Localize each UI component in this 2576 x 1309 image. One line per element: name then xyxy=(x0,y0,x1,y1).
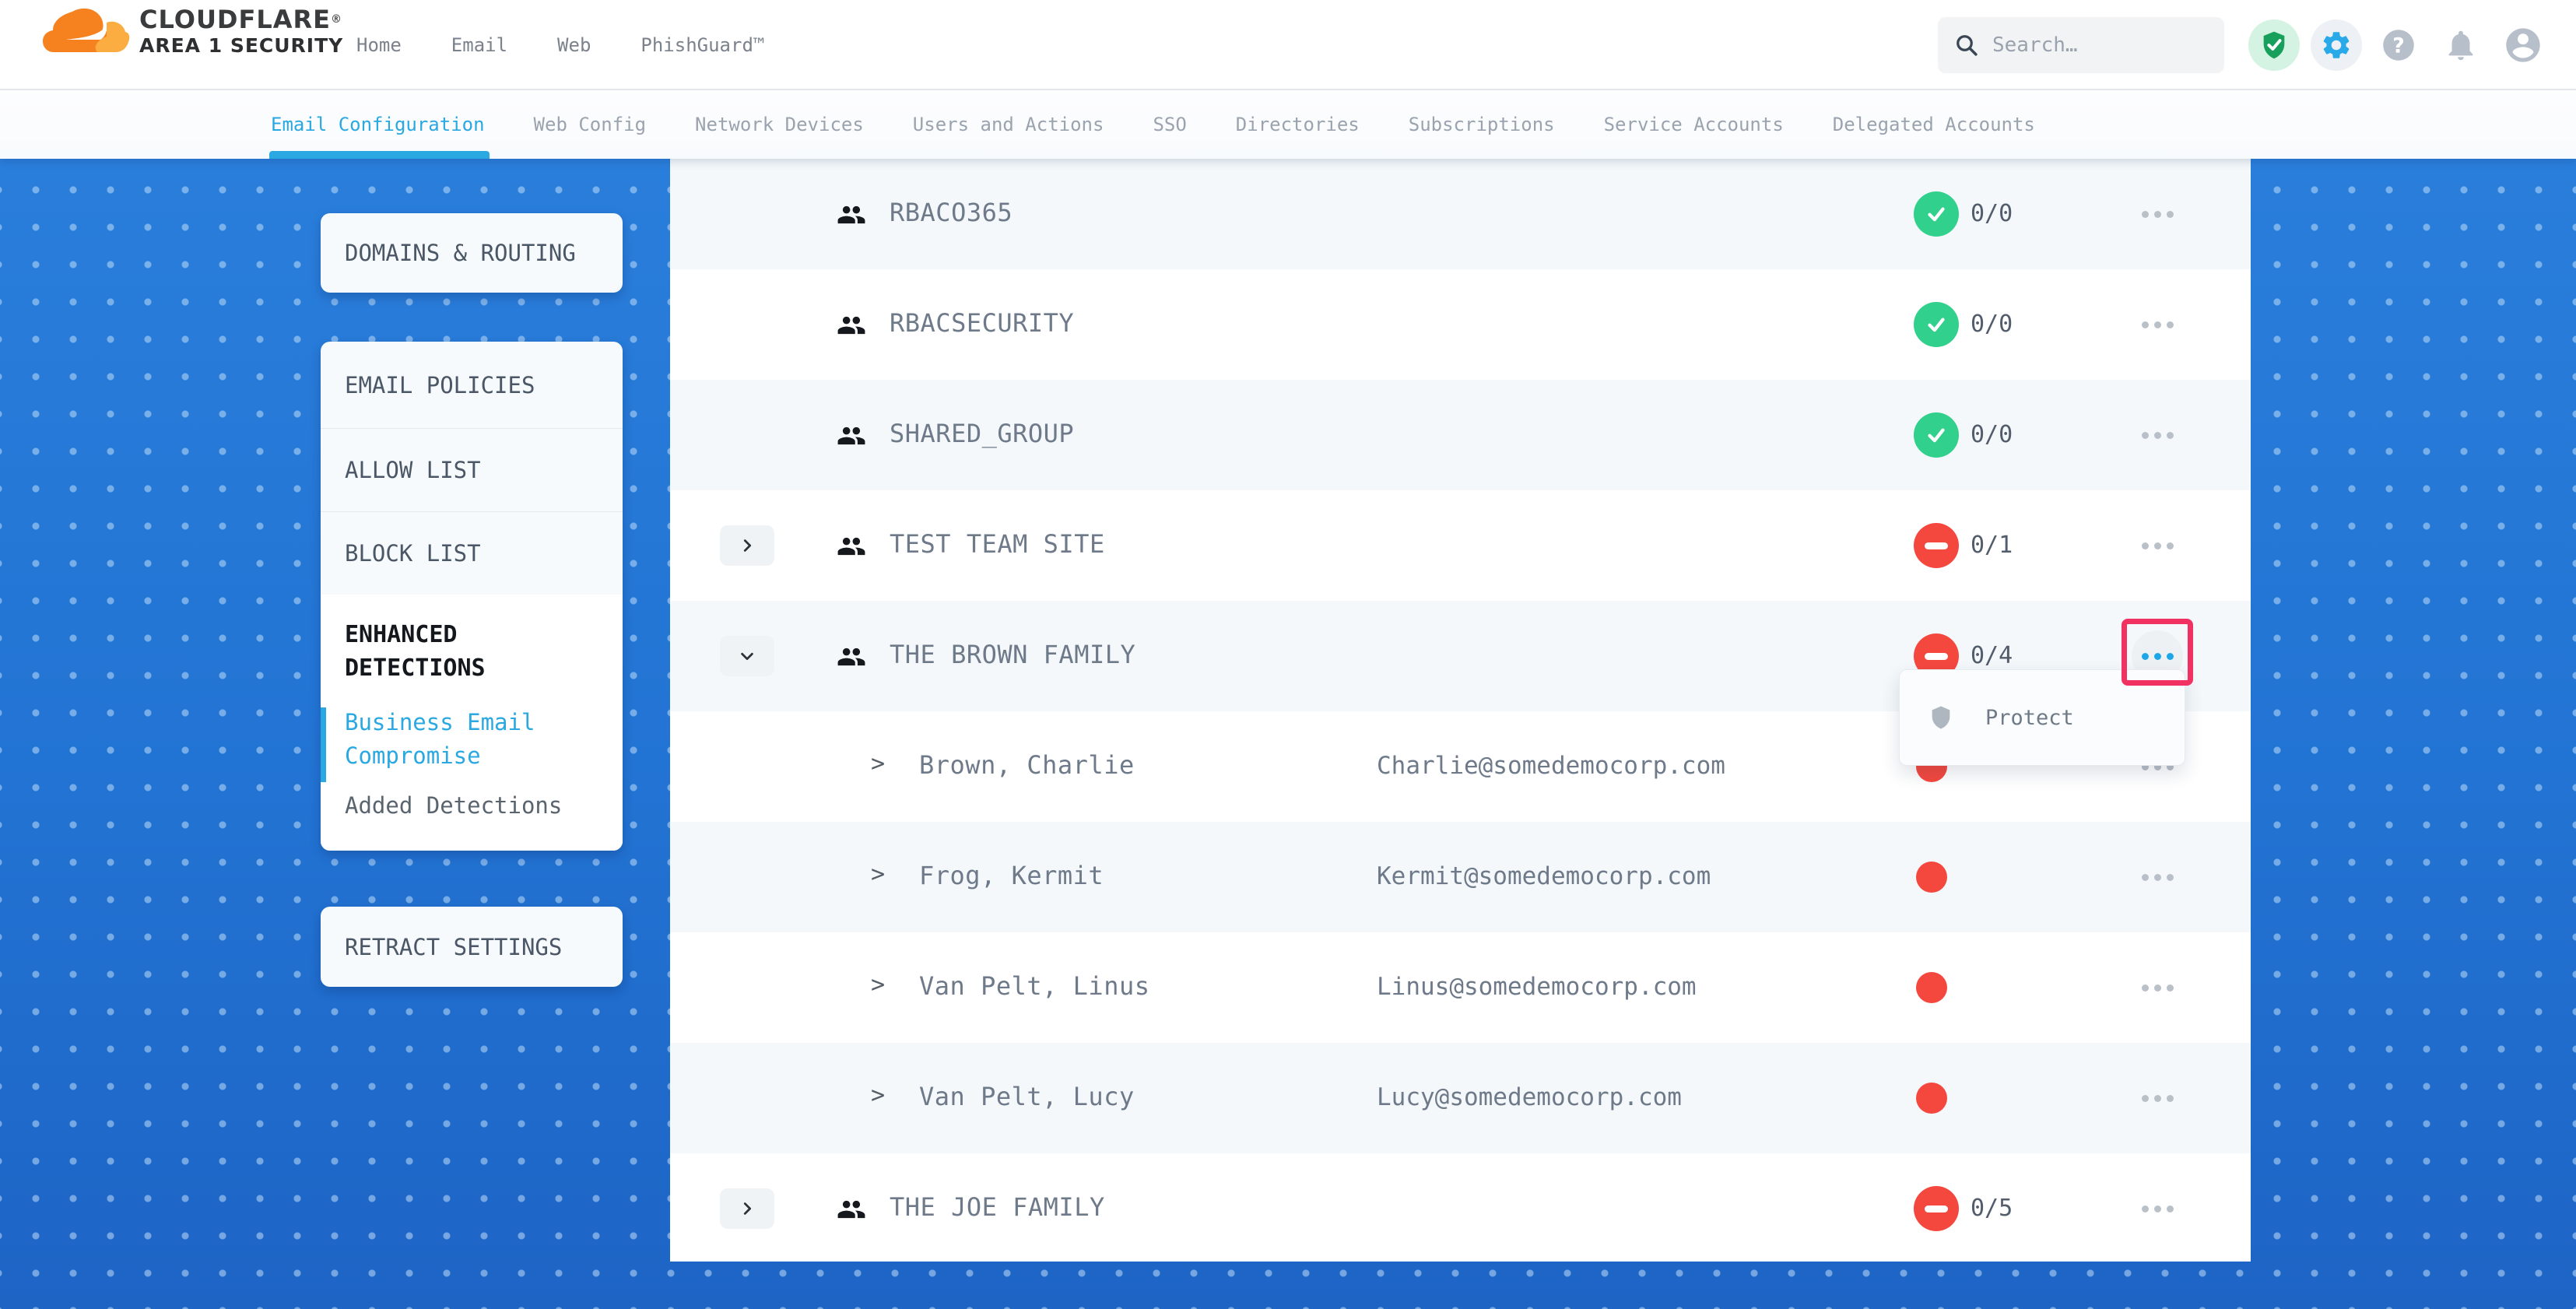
cloudflare-logo: CLOUDFLARE® AREA 1 SECURITY xyxy=(43,5,343,58)
member-count: 0/0 xyxy=(1971,311,2013,338)
row-email: Linus@somedemocorp.com xyxy=(1377,973,1697,1001)
status-badge xyxy=(1914,412,1959,458)
group-icon xyxy=(837,421,866,451)
group-icon xyxy=(837,642,866,672)
app-header: CLOUDFLARE® AREA 1 SECURITY Home Email Web… xyxy=(0,0,2576,90)
group-icon xyxy=(837,311,866,340)
search-icon xyxy=(1955,33,1978,57)
member-count: 0/1 xyxy=(1971,532,2013,559)
tab-web-config[interactable]: Web Config xyxy=(534,90,647,159)
help-icon[interactable]: ? xyxy=(2373,19,2424,71)
row-name: Frog, Kermit xyxy=(919,861,1104,890)
row-name: RBACO365 xyxy=(890,198,1013,227)
member-count: 0/0 xyxy=(1971,200,2013,227)
member-count: 0/5 xyxy=(1971,1195,2013,1222)
status-dot xyxy=(1916,862,1947,893)
row-name: TEST TEAM SITE xyxy=(890,529,1105,559)
nav-item-home[interactable]: Home xyxy=(356,34,402,56)
tab-users-and-actions[interactable]: Users and Actions xyxy=(913,90,1104,159)
tab-network-devices[interactable]: Network Devices xyxy=(695,90,864,159)
registered-mark: ® xyxy=(331,13,342,26)
member-chevron-icon[interactable]: > xyxy=(871,1082,885,1109)
account-icon[interactable] xyxy=(2497,19,2549,71)
svg-text:?: ? xyxy=(2392,34,2405,58)
row-actions-menu[interactable] xyxy=(2132,299,2183,350)
table-row: > RBACSECURITY 0/0 xyxy=(670,269,2251,380)
notifications-bell-icon[interactable] xyxy=(2435,19,2487,71)
expand-button[interactable] xyxy=(720,1188,774,1229)
row-name: SHARED_GROUP xyxy=(890,419,1074,448)
settings-gear-icon[interactable] xyxy=(2311,19,2362,71)
cloudflare-cloud-icon xyxy=(43,5,130,57)
row-email: Lucy@somedemocorp.com xyxy=(1377,1083,1682,1111)
status-dot xyxy=(1916,1083,1947,1114)
sidebar-item-allow-list[interactable]: ALLOW LIST xyxy=(321,429,623,512)
nav-item-email[interactable]: Email xyxy=(451,34,507,56)
member-chevron-icon[interactable]: > xyxy=(871,861,885,888)
row-email: Charlie@somedemocorp.com xyxy=(1377,752,1725,780)
row-actions-menu[interactable] xyxy=(2132,188,2183,240)
row-name: RBACSECURITY xyxy=(890,308,1074,338)
brand-subtitle: AREA 1 SECURITY xyxy=(139,34,343,58)
context-menu-item-protect[interactable]: Protect xyxy=(1985,706,2074,730)
table-row: > RBACO365 0/0 xyxy=(670,159,2251,269)
sidebar-item-domains-routing[interactable]: DOMAINS & ROUTING xyxy=(321,213,623,293)
tab-directories[interactable]: Directories xyxy=(1236,90,1360,159)
section-tabbar: Email Configuration Web Config Network Dev… xyxy=(0,90,2576,159)
sidebar-item-added-detections[interactable]: Added Detections xyxy=(345,792,607,819)
sidebar-item-retract-settings[interactable]: RETRACT SETTINGS xyxy=(321,907,623,987)
sidebar-item-block-list[interactable]: BLOCK LIST xyxy=(321,512,623,595)
status-badge xyxy=(1914,191,1959,237)
tab-service-accounts[interactable]: Service Accounts xyxy=(1604,90,1784,159)
sidebar-item-email-policies[interactable]: EMAIL POLICIES xyxy=(321,342,623,429)
table-row: > TEST TEAM SITE 0/1 xyxy=(670,490,2251,601)
search-box[interactable] xyxy=(1938,17,2224,73)
row-name: Brown, Charlie xyxy=(919,750,1135,780)
row-name: Van Pelt, Lucy xyxy=(919,1082,1135,1111)
status-badge xyxy=(1914,1186,1959,1231)
row-name: Van Pelt, Linus xyxy=(919,971,1149,1001)
nav-item-web[interactable]: Web xyxy=(557,34,591,56)
tab-email-configuration[interactable]: Email Configuration xyxy=(271,90,485,159)
table-row: > SHARED_GROUP 0/0 xyxy=(670,380,2251,490)
group-icon xyxy=(837,1195,866,1224)
sidebar-item-business-email-compromise[interactable]: Business Email Compromise xyxy=(345,706,607,773)
search-input[interactable] xyxy=(1992,33,2195,57)
expand-button[interactable] xyxy=(720,525,774,566)
row-name: THE JOE FAMILY xyxy=(890,1192,1105,1222)
member-chevron-icon[interactable]: > xyxy=(871,971,885,998)
main-nav: Home Email Web PhishGuard™ xyxy=(356,0,764,90)
member-count: 0/0 xyxy=(1971,421,2013,448)
status-badge xyxy=(1914,302,1959,347)
row-actions-menu[interactable] xyxy=(2132,851,2183,903)
tab-subscriptions[interactable]: Subscriptions xyxy=(1409,90,1555,159)
group-icon xyxy=(837,200,866,230)
table-row: > Van Pelt, Linus Linus@somedemocorp.com xyxy=(670,932,2251,1043)
nav-item-phishguard-[interactable]: PhishGuard™ xyxy=(640,34,764,56)
member-chevron-icon[interactable]: > xyxy=(871,750,885,777)
table-row: > Van Pelt, Lucy Lucy@somedemocorp.com xyxy=(670,1043,2251,1153)
member-count: 0/4 xyxy=(1971,642,2013,669)
row-name: THE BROWN FAMILY xyxy=(890,640,1135,669)
group-icon xyxy=(837,532,866,561)
row-actions-menu[interactable] xyxy=(2132,1072,2183,1124)
row-actions-menu[interactable] xyxy=(2132,520,2183,571)
shield-icon xyxy=(1928,703,1954,732)
tab-sso[interactable]: SSO xyxy=(1153,90,1186,159)
row-actions-menu[interactable] xyxy=(2132,962,2183,1013)
row-email: Kermit@somedemocorp.com xyxy=(1377,862,1711,890)
table-row: > THE JOE FAMILY 0/5 xyxy=(670,1153,2251,1262)
annotation-highlight xyxy=(2122,619,2193,686)
expand-button[interactable] xyxy=(720,636,774,676)
page-background: DOMAINS & ROUTING EMAIL POLICIES ALLOW L… xyxy=(0,159,2576,1309)
brand-title: CLOUDFLARE® xyxy=(139,5,343,34)
row-actions-menu[interactable] xyxy=(2132,409,2183,461)
sidebar-item-enhanced-detections[interactable]: ENHANCED DETECTIONS xyxy=(345,618,607,685)
table-row: > Frog, Kermit Kermit@somedemocorp.com xyxy=(670,822,2251,932)
status-dot xyxy=(1916,972,1947,1003)
tab-delegated-accounts[interactable]: Delegated Accounts xyxy=(1833,90,2035,159)
row-actions-menu[interactable] xyxy=(2132,1183,2183,1234)
shield-check-icon[interactable] xyxy=(2248,19,2300,71)
status-badge xyxy=(1914,523,1959,568)
